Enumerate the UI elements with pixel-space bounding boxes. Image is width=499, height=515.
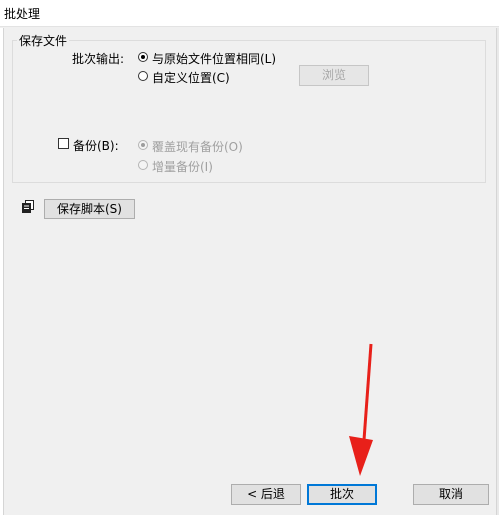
option-overwrite-backup-label: 覆盖现有备份(O) bbox=[152, 140, 243, 154]
option-overwrite-backup[interactable]: 覆盖现有备份(O) bbox=[138, 138, 258, 154]
red-arrow-annotation bbox=[349, 343, 373, 476]
option-incremental-backup[interactable]: 增量备份(I) bbox=[138, 158, 258, 174]
option-custom-location[interactable]: 自定义位置(C) bbox=[138, 69, 258, 85]
option-custom-location-label: 自定义位置(C) bbox=[152, 71, 230, 85]
title-bar: 批处理 bbox=[0, 0, 499, 27]
save-script-button[interactable]: 保存脚本(S) bbox=[44, 199, 135, 219]
option-same-location[interactable]: 与原始文件位置相同(L) bbox=[138, 50, 298, 66]
arrow-shaft bbox=[362, 343, 373, 441]
batch-output-label: 批次输出: bbox=[72, 52, 125, 66]
browse-button[interactable]: 浏览 bbox=[299, 65, 369, 86]
save-file-group-title: 保存文件 bbox=[17, 32, 70, 49]
backup-checkbox-row[interactable]: 备份(B): bbox=[58, 137, 138, 153]
radio-incremental-backup[interactable] bbox=[138, 160, 148, 170]
radio-custom-location[interactable] bbox=[138, 71, 148, 81]
arrow-head bbox=[349, 436, 373, 476]
batch-button[interactable]: 批次 bbox=[307, 484, 377, 505]
left-window-edge bbox=[0, 28, 4, 515]
cancel-button[interactable]: 取消 bbox=[413, 484, 489, 505]
radio-same-location[interactable] bbox=[138, 52, 148, 62]
option-same-location-label: 与原始文件位置相同(L) bbox=[152, 52, 277, 66]
backup-checkbox[interactable] bbox=[58, 138, 69, 149]
script-copy-icon bbox=[22, 200, 35, 213]
window-title: 批处理 bbox=[4, 7, 41, 21]
radio-overwrite-backup[interactable] bbox=[138, 140, 148, 150]
backup-checkbox-label: 备份(B): bbox=[73, 139, 119, 153]
back-button[interactable]: < 后退 bbox=[231, 484, 301, 505]
option-incremental-backup-label: 增量备份(I) bbox=[152, 160, 213, 174]
